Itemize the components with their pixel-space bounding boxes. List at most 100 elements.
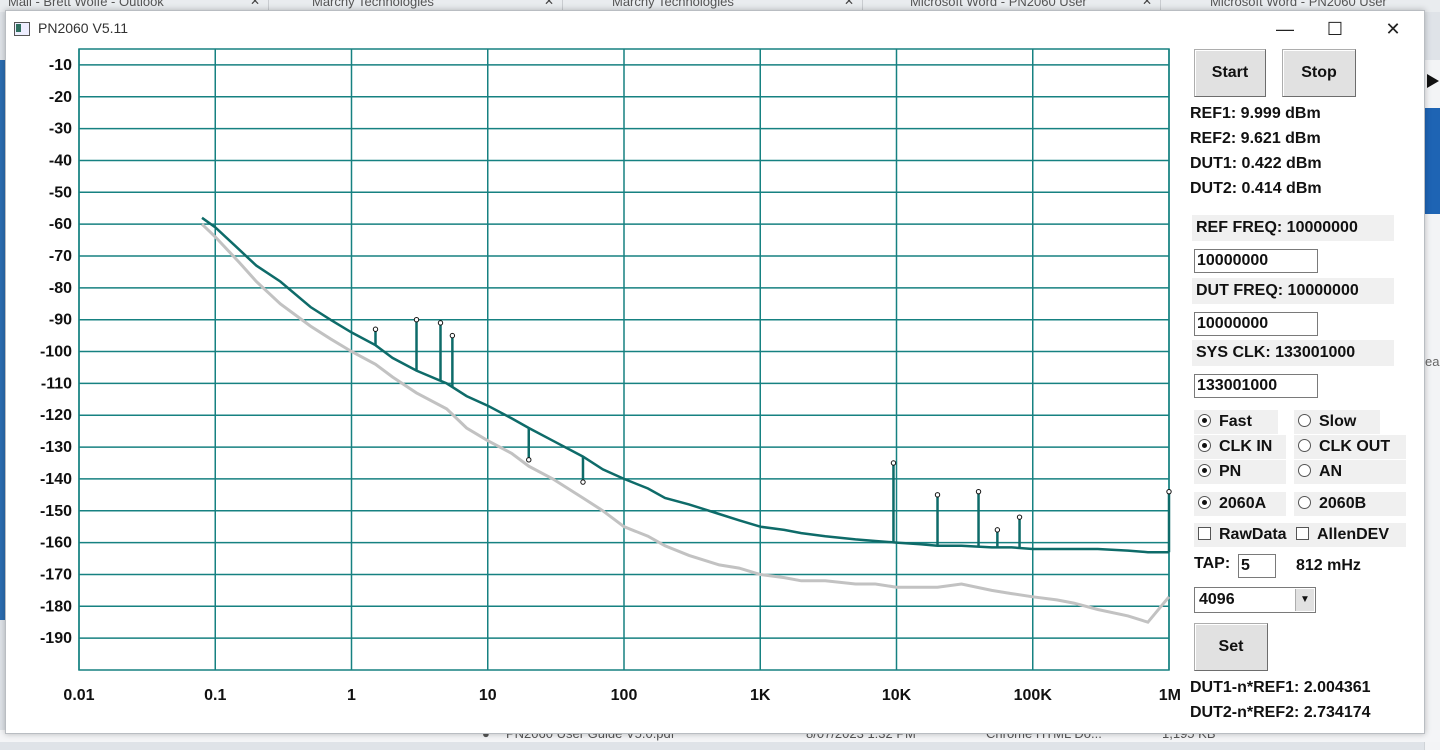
fft-size-value: 4096 — [1199, 591, 1235, 608]
background-tab-label: Mail - Brett Wolfe - Outlook — [8, 0, 164, 9]
close-icon[interactable]: ✕ — [250, 0, 260, 8]
fast-label: Fast — [1219, 413, 1252, 430]
pn-radio[interactable]: PN — [1194, 460, 1286, 484]
x-tick-label: 100K — [1014, 687, 1053, 704]
pn-label: PN — [1219, 463, 1242, 480]
pn2060-window: PN2060 V5.11 — ☐ ✕ -10 -20 -30 -40 -50 -60 -70… — [5, 10, 1425, 734]
dut1-ratio: DUT1-n*REF1: 2.004361 — [1190, 679, 1371, 696]
tap-label: TAP: — [1194, 555, 1231, 572]
y-tick-label: -20 — [49, 89, 72, 106]
x-tick-label: 10 — [479, 687, 497, 704]
close-button[interactable]: ✕ — [1370, 14, 1416, 44]
rawdata-label: RawData — [1219, 526, 1287, 543]
title-bar[interactable]: PN2060 V5.11 — ☐ ✕ — [6, 11, 1424, 47]
spike-marker — [994, 527, 1001, 533]
radio-checked-icon — [1198, 464, 1211, 477]
spike-marker — [975, 488, 982, 495]
2060b-label: 2060B — [1319, 495, 1367, 512]
spike-marker — [580, 479, 586, 485]
y-tick-label: -160 — [40, 535, 72, 552]
window-title: PN2060 V5.11 — [38, 20, 129, 36]
an-label: AN — [1319, 463, 1343, 480]
y-tick-label: -100 — [40, 344, 72, 361]
close-icon[interactable]: ✕ — [1142, 0, 1152, 8]
spike-marker — [413, 316, 420, 323]
app-icon — [14, 22, 30, 36]
x-tick-label: 1 — [347, 687, 356, 704]
y-tick-label: -110 — [41, 375, 72, 392]
sys-clk-label: SYS CLK: 133001000 — [1192, 340, 1394, 366]
y-tick-label: -130 — [40, 439, 72, 456]
series-2-line — [200, 223, 1171, 624]
x-tick-label: 100 — [611, 687, 638, 704]
dut2-ratio: DUT2-n*REF2: 2.734174 — [1190, 704, 1371, 721]
minimize-button[interactable]: — — [1262, 14, 1308, 44]
background-tab-label: Marchy Technologies — [612, 0, 734, 9]
background-tab-label: Microsoft Word - PN2060 User — [910, 0, 1087, 9]
tap-input[interactable]: 5 — [1238, 554, 1276, 578]
clk-in-radio[interactable]: CLK IN — [1194, 435, 1286, 459]
y-tick-label: -60 — [49, 216, 72, 233]
start-button[interactable]: Start — [1194, 49, 1266, 97]
clk-in-label: CLK IN — [1219, 438, 1273, 455]
checkbox-icon — [1198, 527, 1211, 540]
dut1-level: DUT1: 0.422 dBm — [1190, 155, 1322, 172]
y-tick-label: -50 — [49, 184, 72, 201]
allendev-label: AllenDEV — [1317, 526, 1390, 543]
set-button[interactable]: Set — [1194, 623, 1268, 671]
y-tick-label: -170 — [40, 566, 72, 583]
background-right-text: ear — [1425, 354, 1440, 369]
y-tick-label: -180 — [40, 598, 72, 615]
maximize-button[interactable]: ☐ — [1312, 14, 1358, 44]
clk-out-radio[interactable]: CLK OUT — [1294, 435, 1406, 459]
background-tab-label: Microsoft Word - PN2060 User — [1210, 0, 1387, 9]
y-tick-label: -150 — [40, 503, 72, 520]
ref-freq-input[interactable]: 10000000 — [1194, 249, 1318, 273]
checkbox-icon — [1296, 527, 1309, 540]
close-icon[interactable]: ✕ — [544, 0, 554, 8]
chevron-down-icon[interactable]: ▼ — [1295, 589, 1314, 611]
radio-unchecked-icon — [1298, 496, 1311, 509]
x-tick-label: 0.1 — [204, 687, 226, 704]
stop-button[interactable]: Stop — [1282, 49, 1356, 97]
y-tick-label: -70 — [49, 248, 72, 265]
rawdata-checkbox[interactable]: RawData — [1194, 523, 1296, 547]
fft-size-select[interactable]: 4096 ▼ — [1194, 587, 1316, 613]
2060b-radio[interactable]: 2060B — [1294, 492, 1406, 516]
rbw-value: 812 mHz — [1296, 557, 1361, 574]
spike-marker — [890, 460, 897, 466]
spike-marker — [437, 320, 444, 326]
radio-unchecked-icon — [1298, 439, 1311, 452]
x-tick-label: 1K — [750, 687, 771, 704]
y-tick-label: -10 — [49, 57, 72, 74]
fast-radio[interactable]: Fast — [1194, 410, 1278, 434]
allendev-checkbox[interactable]: AllenDEV — [1292, 523, 1406, 547]
y-tick-label: -40 — [49, 152, 72, 169]
2060a-label: 2060A — [1219, 495, 1267, 512]
sys-clk-input[interactable]: 133001000 — [1194, 374, 1318, 398]
an-radio[interactable]: AN — [1294, 460, 1406, 484]
control-panel: Start Stop REF1: 9.999 dBm REF2: 9.621 d… — [1186, 47, 1424, 733]
close-icon[interactable]: ✕ — [844, 0, 854, 8]
x-tick-label: 10K — [882, 687, 912, 704]
slow-radio[interactable]: Slow — [1294, 410, 1380, 434]
x-tick-label: 0.01 — [63, 687, 94, 704]
y-tick-label: -120 — [40, 407, 72, 424]
background-tab-label: Marchy Technologies — [312, 0, 434, 9]
x-tick-label: 1M — [1159, 687, 1181, 704]
spike-marker — [526, 457, 532, 463]
ref2-level: REF2: 9.621 dBm — [1190, 130, 1321, 147]
series-1-line — [201, 216, 1169, 554]
2060a-radio[interactable]: 2060A — [1194, 492, 1286, 516]
phase-noise-plot: -10 -20 -30 -40 -50 -60 -70 -80 -90 -100 -110 -120 -… — [6, 47, 1186, 733]
slow-label: Slow — [1319, 413, 1357, 430]
play-icon[interactable] — [1427, 74, 1439, 88]
background-blue-panel — [1425, 108, 1440, 214]
y-tick-label: -190 — [40, 630, 72, 647]
ref1-level: REF1: 9.999 dBm — [1190, 105, 1321, 122]
spike-marker — [372, 326, 379, 332]
y-tick-label: -90 — [49, 312, 72, 329]
dut-freq-input[interactable]: 10000000 — [1194, 312, 1318, 336]
spike-marker — [1166, 488, 1172, 495]
spike-marker — [1016, 514, 1023, 520]
